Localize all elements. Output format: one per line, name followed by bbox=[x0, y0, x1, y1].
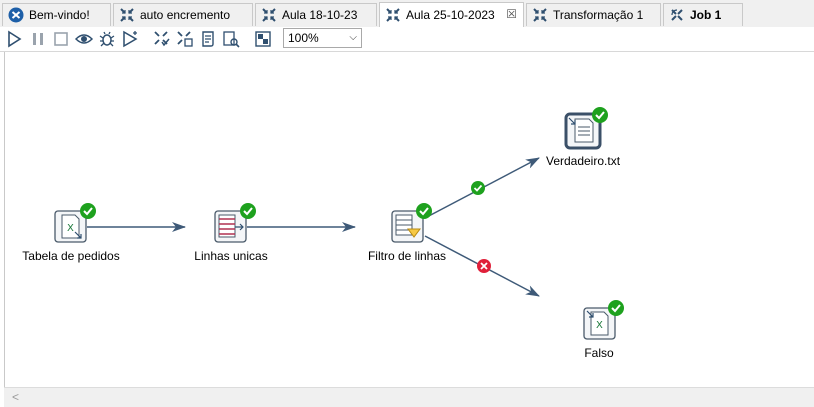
step-label-falso: Falso bbox=[584, 346, 614, 360]
spoon-logo-icon bbox=[8, 7, 24, 23]
zoom-select[interactable]: 100% ⌵ bbox=[283, 28, 362, 48]
tab-aula-18-10-23[interactable]: Aula 18-10-23 bbox=[255, 3, 377, 26]
tab-aula-25-10-2023[interactable]: Aula 25-10-2023 ☒ bbox=[379, 2, 524, 27]
replay-icon[interactable] bbox=[121, 30, 139, 48]
transformation-icon bbox=[386, 8, 400, 22]
debug-icon[interactable] bbox=[98, 30, 116, 48]
svg-text:X: X bbox=[596, 320, 603, 331]
tab-label: Transformação 1 bbox=[553, 8, 644, 22]
status-ok-icon bbox=[608, 300, 624, 316]
step-tabela-de-pedidos[interactable]: X bbox=[54, 210, 87, 243]
step-linhas-unicas[interactable] bbox=[214, 210, 247, 243]
transformation-icon bbox=[262, 8, 276, 22]
tab-label: auto encremento bbox=[140, 8, 231, 22]
tab-job-1[interactable]: Job 1 bbox=[663, 3, 743, 26]
horizontal-scrollbar[interactable]: < bbox=[4, 387, 814, 407]
status-ok-icon bbox=[416, 203, 432, 219]
zoom-value: 100% bbox=[288, 31, 319, 45]
preview-icon[interactable] bbox=[75, 30, 93, 48]
chevron-down-icon: ⌵ bbox=[349, 32, 357, 43]
step-label-tabela: Tabela de pedidos bbox=[22, 249, 120, 263]
transformation-icon bbox=[120, 8, 134, 22]
step-label-filtro: Filtro de linhas bbox=[367, 249, 447, 263]
close-tab-icon[interactable]: ☒ bbox=[506, 7, 517, 21]
explore-db-icon[interactable] bbox=[222, 30, 240, 48]
transformation-toolbar bbox=[0, 27, 814, 52]
status-ok-icon bbox=[80, 203, 96, 219]
transformation-icon bbox=[533, 8, 547, 22]
hops-layer: X X bbox=[54, 107, 624, 340]
verify-icon[interactable] bbox=[153, 30, 171, 48]
sql-icon[interactable] bbox=[199, 30, 217, 48]
status-ok-icon bbox=[240, 203, 256, 219]
tab-bem-vindo[interactable]: Bem-vindo! bbox=[2, 3, 111, 26]
status-ok-icon bbox=[592, 107, 608, 123]
step-label-linhas: Linhas unicas bbox=[194, 249, 268, 263]
hop-true-check-icon bbox=[471, 181, 485, 195]
step-label-verdadeiro: Verdadeiro.txt bbox=[545, 154, 621, 168]
stop-icon[interactable] bbox=[52, 30, 70, 48]
run-icon[interactable] bbox=[5, 30, 23, 48]
editor-tab-bar: Bem-vindo! auto encremento Aula 18-10-23… bbox=[0, 0, 814, 28]
tab-label: Bem-vindo! bbox=[29, 8, 90, 22]
transformation-canvas[interactable]: X X Tabela de pedidos Linhas unicas Filt… bbox=[4, 52, 814, 387]
tab-label: Job 1 bbox=[690, 8, 722, 22]
tab-auto-encremento[interactable]: auto encremento bbox=[113, 3, 253, 26]
tab-transformacao-1[interactable]: Transformação 1 bbox=[526, 3, 661, 26]
job-icon bbox=[671, 9, 683, 21]
svg-text:X: X bbox=[67, 223, 74, 234]
excel-input-icon: X bbox=[61, 214, 82, 239]
tab-label: Aula 25-10-2023 bbox=[406, 8, 495, 22]
show-results-icon[interactable] bbox=[254, 30, 272, 48]
hop-false-error-icon bbox=[477, 259, 491, 273]
tab-label: Aula 18-10-23 bbox=[282, 8, 358, 22]
pause-icon[interactable] bbox=[29, 30, 47, 48]
scroll-left-icon[interactable]: < bbox=[12, 390, 19, 404]
impact-icon[interactable] bbox=[176, 30, 194, 48]
